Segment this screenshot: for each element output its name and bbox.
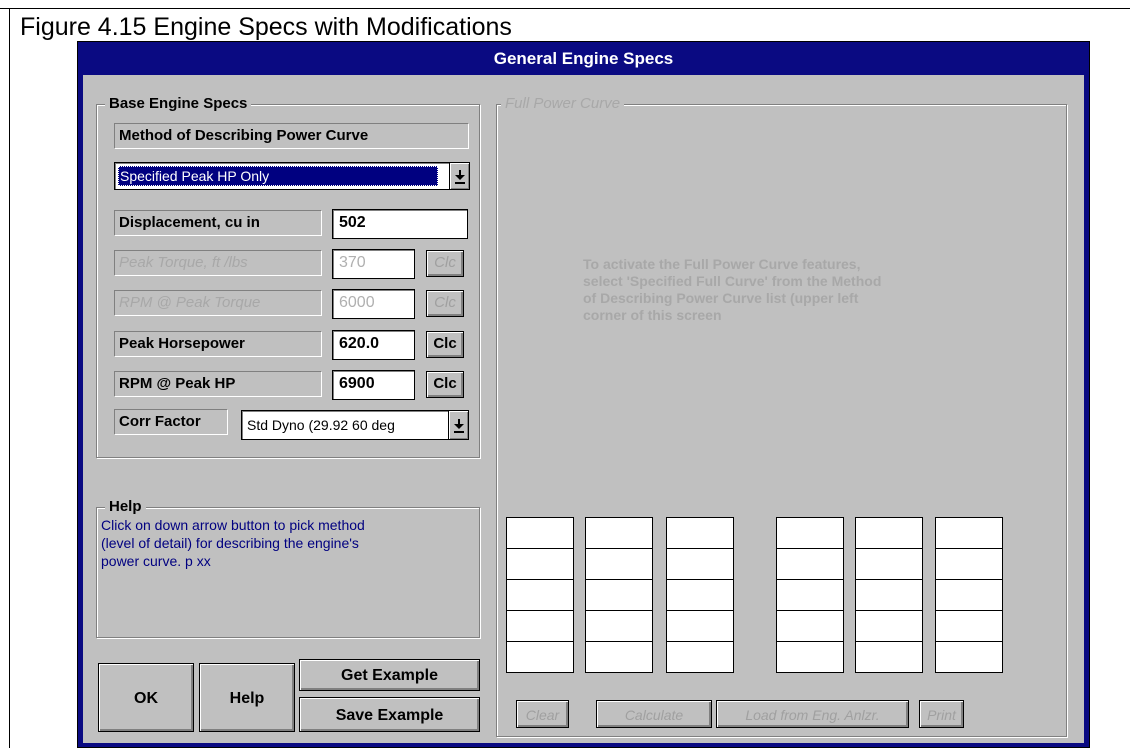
power-curve-cell[interactable]: [776, 579, 844, 611]
power-curve-cell[interactable]: [935, 610, 1003, 642]
power-curve-cell[interactable]: [855, 548, 923, 580]
corr-factor-combobox[interactable]: Std Dyno (29.92 60 deg: [241, 410, 469, 440]
help-group: Help Click on down arrow button to pick …: [96, 498, 480, 638]
power-curve-cell[interactable]: [666, 610, 734, 642]
power-curve-cell[interactable]: [666, 579, 734, 611]
power-curve-cell[interactable]: [506, 517, 574, 549]
peak-torque-label: Peak Torque, ft /lbs: [114, 250, 322, 276]
power-curve-cell[interactable]: [776, 517, 844, 549]
power-curve-cell[interactable]: [585, 548, 653, 580]
corr-factor-dropdown-button[interactable]: [448, 411, 468, 439]
dropdown-arrow-icon: [455, 170, 465, 184]
full-power-curve-message: To activate the Full Power Curve feature…: [583, 256, 882, 323]
method-dropdown-button[interactable]: [449, 163, 469, 189]
power-curve-cell[interactable]: [935, 548, 1003, 580]
power-curve-cell[interactable]: [776, 641, 844, 673]
power-curve-cell[interactable]: [585, 517, 653, 549]
full-power-curve-group: Full Power Curve To activate the Full Po…: [496, 95, 1068, 737]
figure-frame-left: [9, 8, 10, 748]
power-curve-cell[interactable]: [666, 641, 734, 673]
save-example-button[interactable]: Save Example: [299, 697, 480, 732]
displacement-field[interactable]: 502: [332, 209, 468, 239]
power-curve-cell[interactable]: [855, 641, 923, 673]
clear-button[interactable]: Clear: [516, 700, 569, 728]
rpm-peak-torque-clc-button[interactable]: Clc: [426, 290, 464, 317]
power-curve-cell[interactable]: [506, 548, 574, 580]
power-curve-cell[interactable]: [506, 579, 574, 611]
help-text: Click on down arrow button to pick metho…: [101, 517, 365, 569]
ok-button[interactable]: OK: [98, 663, 194, 732]
base-engine-specs-legend: Base Engine Specs: [105, 95, 252, 112]
peak-horsepower-clc-button[interactable]: Clc: [426, 331, 464, 358]
power-curve-cell[interactable]: [666, 548, 734, 580]
peak-torque-field[interactable]: 370: [332, 249, 415, 279]
power-curve-cell[interactable]: [585, 610, 653, 642]
peak-horsepower-field[interactable]: 620.0: [332, 330, 415, 360]
peak-torque-clc-button[interactable]: Clc: [426, 250, 464, 277]
general-engine-specs-dialog: General Engine Specs Base Engine Specs M…: [77, 41, 1090, 748]
power-curve-cell[interactable]: [855, 517, 923, 549]
dropdown-arrow-icon: [454, 419, 464, 433]
corr-factor-label: Corr Factor: [114, 409, 228, 435]
help-legend: Help: [105, 498, 146, 515]
load-from-eng-anlzr-button[interactable]: Load from Eng. Anlzr.: [716, 700, 909, 728]
power-curve-cell[interactable]: [776, 548, 844, 580]
power-curve-cell[interactable]: [585, 641, 653, 673]
figure-frame-top: [0, 8, 1130, 9]
base-engine-specs-group: Base Engine Specs Method of Describing P…: [96, 95, 480, 458]
calculate-button[interactable]: Calculate: [596, 700, 712, 728]
rpm-peak-hp-field[interactable]: 6900: [332, 370, 415, 400]
power-curve-cell[interactable]: [506, 610, 574, 642]
power-curve-cell[interactable]: [666, 517, 734, 549]
method-label: Method of Describing Power Curve: [114, 123, 469, 149]
rpm-peak-torque-field[interactable]: 6000: [332, 289, 415, 319]
full-power-curve-legend: Full Power Curve: [501, 95, 625, 112]
help-button[interactable]: Help: [199, 663, 295, 732]
power-curve-cell[interactable]: [506, 641, 574, 673]
power-curve-cell[interactable]: [776, 610, 844, 642]
power-curve-cell[interactable]: [855, 610, 923, 642]
peak-horsepower-label: Peak Horsepower: [114, 331, 322, 357]
rpm-peak-hp-label: RPM @ Peak HP: [114, 371, 322, 397]
power-curve-grid: [497, 517, 1068, 685]
method-selected-value: Specified Peak HP Only: [118, 166, 438, 186]
rpm-peak-torque-label: RPM @ Peak Torque: [114, 290, 322, 316]
get-example-button[interactable]: Get Example: [299, 659, 480, 691]
power-curve-cell[interactable]: [855, 579, 923, 611]
displacement-label: Displacement, cu in: [114, 210, 322, 236]
power-curve-cell[interactable]: [585, 579, 653, 611]
power-curve-cell[interactable]: [935, 579, 1003, 611]
method-combobox[interactable]: Specified Peak HP Only: [114, 162, 470, 190]
rpm-peak-hp-clc-button[interactable]: Clc: [426, 371, 464, 398]
window-title: General Engine Specs: [493, 49, 674, 68]
dialog-client-area: Base Engine Specs Method of Describing P…: [83, 75, 1084, 743]
corr-factor-value: Std Dyno (29.92 60 deg: [247, 417, 395, 433]
power-curve-cell[interactable]: [935, 641, 1003, 673]
power-curve-cell[interactable]: [935, 517, 1003, 549]
print-button[interactable]: Print: [919, 700, 964, 728]
figure-caption: Figure 4.15 Engine Specs with Modificati…: [20, 13, 512, 41]
